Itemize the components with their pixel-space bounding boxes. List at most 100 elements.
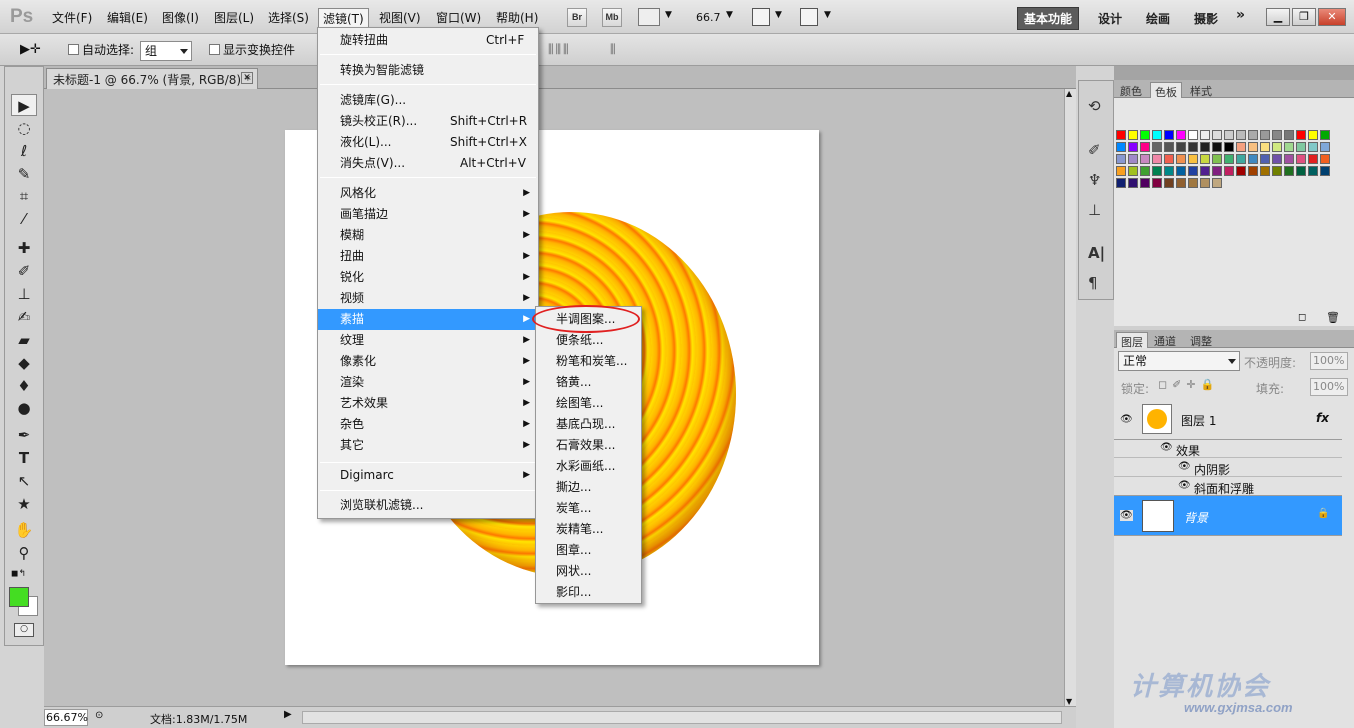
fx-icon[interactable]: fx (1316, 411, 1329, 425)
color-swatch[interactable] (1164, 166, 1174, 176)
foreground-color-swatch[interactable] (9, 587, 29, 607)
auto-align-icon[interactable]: ⫼ (610, 42, 616, 57)
move-tool-icon[interactable]: ▶ (11, 94, 37, 116)
color-swatch[interactable] (1284, 166, 1294, 176)
sketch-item-11[interactable]: 图章... (536, 540, 641, 561)
bridge-button[interactable]: Br (567, 8, 587, 27)
menu-item-twirl[interactable]: 旋转扭曲 Ctrl+F (318, 30, 538, 51)
color-swatch[interactable] (1260, 130, 1270, 140)
menu-item-noise[interactable]: 杂色 ▶ (318, 414, 538, 435)
menu-item-filter-gallery[interactable]: 滤镜库(G)... (318, 90, 538, 111)
color-swatch[interactable] (1224, 130, 1234, 140)
sketch-item-6[interactable]: 石膏效果... (536, 435, 641, 456)
menu-item-blur[interactable]: 模糊 ▶ (318, 225, 538, 246)
marquee-tool-icon[interactable]: ◌ (11, 117, 37, 139)
color-swatch[interactable] (1320, 166, 1330, 176)
crop-tool-icon[interactable]: ⌗ (11, 185, 37, 207)
menu-window[interactable]: 窗口(W) (433, 9, 484, 26)
color-swatch[interactable] (1212, 154, 1222, 164)
close-button[interactable]: ✕ (1318, 8, 1346, 26)
menu-filter[interactable]: 滤镜(T) (318, 8, 369, 29)
color-swatch[interactable] (1128, 130, 1138, 140)
color-swatch[interactable] (1284, 142, 1294, 152)
color-swatch[interactable] (1152, 142, 1162, 152)
eye-icon[interactable]: 👁 (1120, 510, 1133, 521)
color-swatch[interactable] (1260, 154, 1270, 164)
color-swatch[interactable] (1140, 154, 1150, 164)
document-tab[interactable]: 未标题-1 @ 66.7% (背景, RGB/8) * ✕ (46, 68, 258, 89)
sketch-item-1[interactable]: 便条纸... (536, 330, 641, 351)
brush-icon[interactable]: ♆ (1088, 171, 1101, 189)
show-transform-checkbox[interactable] (209, 44, 220, 55)
close-tab-icon[interactable]: ✕ (241, 72, 253, 84)
color-swatch[interactable] (1200, 130, 1210, 140)
path-select-tool-icon[interactable]: ↖ (11, 470, 37, 492)
eraser-tool-icon[interactable]: ▰ (11, 329, 37, 351)
shape-tool-icon[interactable]: ★ (11, 493, 37, 515)
color-swatch[interactable] (1236, 142, 1246, 152)
color-swatch[interactable] (1308, 166, 1318, 176)
color-swatch[interactable] (1236, 166, 1246, 176)
horizontal-scrollbar[interactable] (302, 711, 1062, 724)
eyedropper-tool-icon[interactable]: ⁄ (11, 208, 37, 230)
tab-adjustments[interactable]: 调整 (1186, 332, 1216, 348)
sketch-item-3[interactable]: 铬黄... (536, 372, 641, 393)
menu-item-vanishing-point[interactable]: 消失点(V)... Alt+Ctrl+V (318, 153, 538, 174)
character-icon[interactable]: A| (1088, 244, 1105, 262)
quick-mask-icon[interactable]: ○ (14, 623, 34, 637)
color-swatch[interactable] (1320, 130, 1330, 140)
effect-inner-shadow[interactable]: 👁 内阴影 (1114, 458, 1342, 477)
color-swatch[interactable] (1140, 130, 1150, 140)
color-swatch[interactable] (1200, 142, 1210, 152)
eye-icon[interactable]: 👁 (1178, 480, 1191, 491)
color-swatch[interactable] (1200, 154, 1210, 164)
menu-image[interactable]: 图像(I) (159, 9, 202, 26)
chevron-down-icon[interactable]: ▼ (665, 10, 672, 20)
menu-item-distort[interactable]: 扭曲 ▶ (318, 246, 538, 267)
color-swatch[interactable] (1224, 166, 1234, 176)
color-swatch[interactable] (1260, 166, 1270, 176)
eye-icon[interactable]: 👁 (1178, 461, 1191, 472)
color-swatch[interactable] (1248, 166, 1258, 176)
scroll-down-icon[interactable]: ▼ (1066, 697, 1072, 706)
color-swatch[interactable] (1248, 130, 1258, 140)
color-swatch[interactable] (1116, 154, 1126, 164)
lasso-tool-icon[interactable]: ℓ (11, 140, 37, 162)
tab-channels[interactable]: 通道 (1150, 332, 1180, 348)
menu-item-pixelate[interactable]: 像素化 ▶ (318, 351, 538, 372)
arrange-documents-icon[interactable] (752, 8, 770, 26)
menu-item-render[interactable]: 渲染 ▶ (318, 372, 538, 393)
blend-mode-dropdown[interactable]: 正常 (1118, 351, 1240, 371)
menu-item-brush-strokes[interactable]: 画笔描边 ▶ (318, 204, 538, 225)
sketch-item-4[interactable]: 绘图笔... (536, 393, 641, 414)
effect-bevel-emboss[interactable]: 👁 斜面和浮雕 (1114, 477, 1342, 496)
color-swatch[interactable] (1296, 154, 1306, 164)
blur-tool-icon[interactable]: ♦ (11, 375, 37, 397)
workspace-photography[interactable]: 摄影 (1194, 10, 1218, 27)
color-swatch[interactable] (1272, 130, 1282, 140)
default-colors-icon[interactable]: ◼↰ (11, 569, 26, 579)
color-swatch[interactable] (1140, 178, 1150, 188)
sketch-item-9[interactable]: 炭笔... (536, 498, 641, 519)
color-swatch[interactable] (1116, 130, 1126, 140)
color-swatch[interactable] (1116, 142, 1126, 152)
layer-row-background[interactable]: 👁 背景 🔒 (1114, 496, 1342, 536)
workspace-painting[interactable]: 绘画 (1146, 10, 1170, 27)
color-swatch[interactable] (1164, 178, 1174, 188)
menu-file[interactable]: 文件(F) (49, 9, 95, 26)
menu-edit[interactable]: 编辑(E) (104, 9, 151, 26)
healing-brush-tool-icon[interactable]: ✚ (11, 237, 37, 259)
color-swatch[interactable] (1272, 154, 1282, 164)
eye-icon[interactable]: 👁 (1160, 442, 1173, 453)
status-icon[interactable]: ⊙ (95, 710, 103, 721)
menu-select[interactable]: 选择(S) (265, 9, 312, 26)
color-swatch[interactable] (1188, 154, 1198, 164)
fill-field[interactable]: 100% (1310, 378, 1348, 396)
status-arrow-icon[interactable]: ▶ (284, 709, 292, 720)
vertical-scrollbar[interactable]: ▲ ▼ (1064, 89, 1076, 706)
color-swatch[interactable] (1140, 166, 1150, 176)
view-extras-icon[interactable] (638, 8, 660, 26)
dodge-tool-icon[interactable]: ● (11, 397, 37, 419)
color-swatch[interactable] (1140, 142, 1150, 152)
brush-presets-icon[interactable]: ✐ (1088, 141, 1101, 159)
